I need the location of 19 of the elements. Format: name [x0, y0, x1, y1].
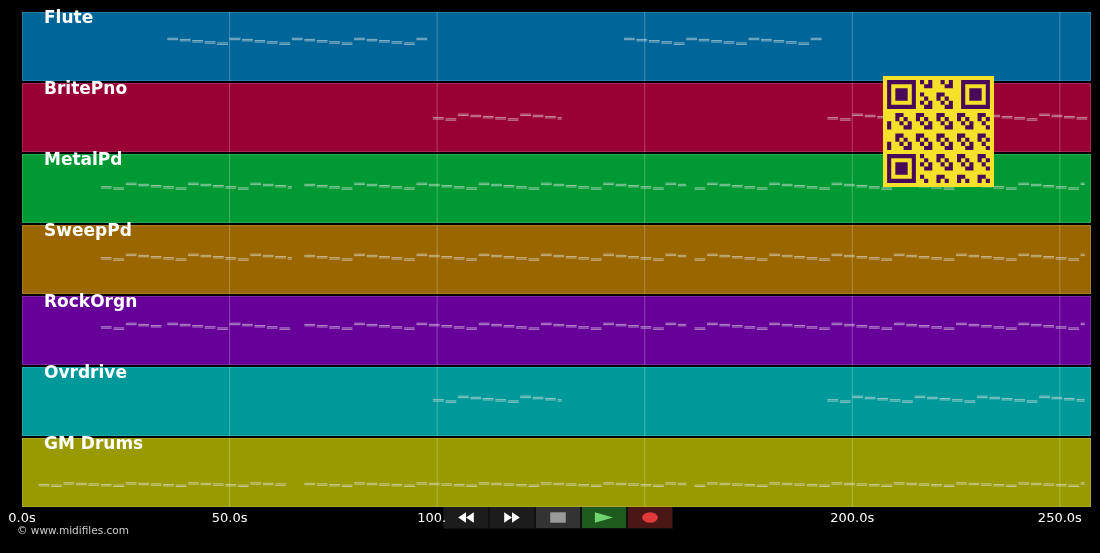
track-name: GM Drums [44, 432, 144, 454]
stop-button[interactable] [535, 507, 580, 528]
track-name: Flute [44, 6, 94, 28]
play-icon [592, 511, 615, 524]
rewind-button[interactable] [443, 507, 488, 528]
forward-button[interactable] [489, 507, 534, 528]
track-name: MetalPd [44, 148, 123, 170]
track-name: Ovrdrive [44, 361, 127, 383]
record-button[interactable] [627, 507, 672, 528]
copyright-text: © www.midifiles.com [17, 524, 129, 536]
play-button[interactable] [581, 507, 626, 528]
track-name: SweepPd [44, 219, 132, 241]
axis-tick-label: 0.0s [8, 510, 36, 526]
axis-tick-label: 200.0s [830, 510, 875, 526]
axis-tick-label: 50.0s [211, 510, 248, 526]
track-name: RockOrgn [44, 290, 138, 312]
track-name: BritePno [44, 77, 128, 99]
axis-tick-label: 100. [417, 510, 447, 526]
axis-tick-label: 250.0s [1037, 510, 1082, 526]
